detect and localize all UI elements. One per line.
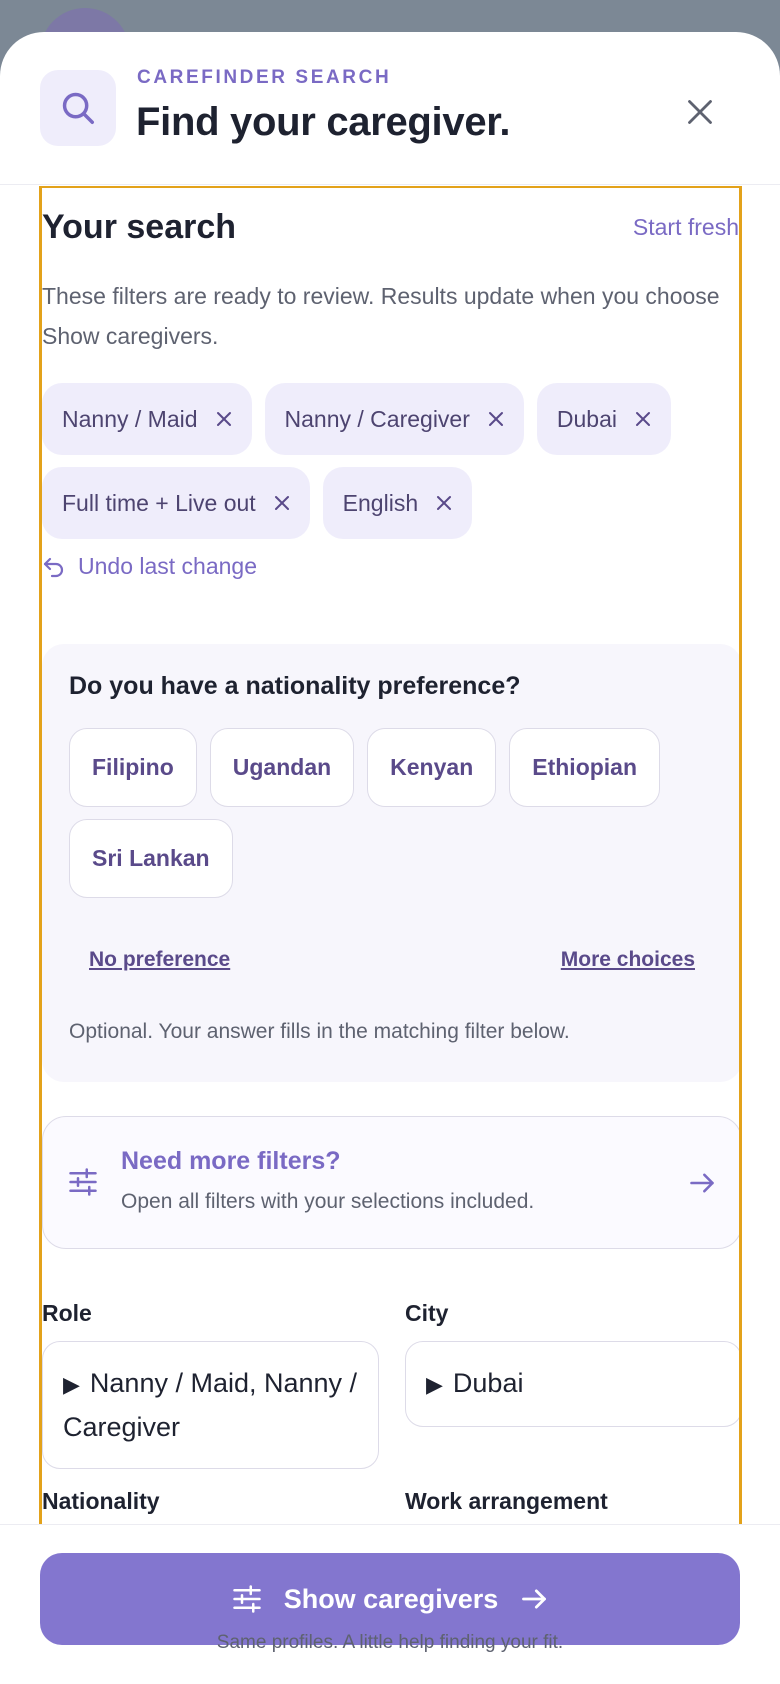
arrow-right-icon: [522, 1589, 547, 1609]
start-fresh-link[interactable]: Start fresh: [633, 214, 739, 241]
city-label: City: [405, 1300, 449, 1326]
more-choices-link[interactable]: More choices: [561, 948, 695, 972]
chip-remove-icon[interactable]: [216, 411, 232, 427]
search-description: These filters are ready to review. Resul…: [42, 283, 720, 349]
nationality-options: Filipino Ugandan Kenyan Ethiopian Sri La…: [69, 728, 709, 898]
arrow-right-icon: [690, 1173, 714, 1193]
work-arrangement-label: Work arrangement: [405, 1488, 608, 1514]
filter-chip[interactable]: Full time + Live out: [42, 467, 310, 539]
role-value: Nanny / Maid, Nanny / Caregiver: [63, 1368, 358, 1442]
search-icon: [62, 92, 94, 124]
nationality-option[interactable]: Ethiopian: [509, 728, 661, 807]
undo-link[interactable]: Undo last change: [42, 553, 257, 580]
filter-chips: Nanny / Maid Nanny / Caregiver Dubai Ful…: [42, 383, 739, 539]
filter-chip[interactable]: Nanny / Maid: [42, 383, 252, 455]
chip-label: Nanny / Caregiver: [284, 405, 470, 432]
sheet-header: CAREFINDER SEARCH Find your caregiver.: [0, 32, 780, 185]
nationality-question: Do you have a nationality preference?: [69, 672, 521, 700]
filter-chip[interactable]: English: [322, 467, 473, 539]
bottom-action-bar: Show caregivers: [0, 1524, 780, 1684]
nationality-label: Nationality: [42, 1488, 160, 1514]
city-value: Dubai: [452, 1368, 524, 1398]
cta-label: Show caregivers: [283, 1583, 499, 1614]
nationality-option[interactable]: Filipino: [69, 728, 197, 807]
role-select[interactable]: ▶ Nanny / Maid, Nanny / Caregiver: [42, 1341, 379, 1469]
filter-chip[interactable]: Nanny / Caregiver: [264, 383, 524, 455]
chip-remove-icon[interactable]: [436, 495, 452, 511]
chip-label: English: [342, 489, 419, 516]
nationality-option[interactable]: Sri Lankan: [69, 819, 233, 898]
no-preference-link[interactable]: No preference: [89, 948, 230, 972]
more-filters-title: Need more filters?: [121, 1147, 341, 1175]
chip-remove-icon[interactable]: [635, 411, 651, 427]
filter-chip[interactable]: Dubai: [536, 383, 671, 455]
page-title: Find your caregiver.: [136, 100, 511, 144]
disclosure-triangle-icon: ▶: [63, 1372, 80, 1397]
city-select[interactable]: ▶ Dubai: [405, 1341, 739, 1427]
chip-label: Nanny / Maid: [62, 405, 198, 432]
nationality-card: Do you have a nationality preference? Fi…: [42, 644, 739, 1082]
nationality-option[interactable]: Ugandan: [209, 728, 355, 807]
close-button[interactable]: [675, 87, 725, 137]
more-filters-subtitle: Open all filters with your selections in…: [121, 1190, 535, 1213]
nationality-option[interactable]: Kenyan: [367, 728, 497, 807]
chip-label: Dubai: [556, 405, 617, 432]
chip-remove-icon[interactable]: [488, 411, 504, 427]
chip-remove-icon[interactable]: [274, 495, 290, 511]
sliders-icon: [232, 1585, 261, 1613]
chip-label: Full time + Live out: [62, 489, 256, 516]
more-filters-card[interactable]: Need more filters? Open all filters with…: [42, 1116, 739, 1249]
footer-note: Same profiles. A little help finding you…: [216, 1632, 564, 1653]
carefinder-sheet: CAREFINDER SEARCH Find your caregiver. Y…: [0, 32, 780, 1684]
section-title: Your search: [42, 208, 237, 246]
header-eyebrow: CAREFINDER SEARCH: [137, 67, 392, 88]
sliders-icon: [69, 1168, 97, 1196]
nationality-note: Optional. Your answer fills in the match…: [69, 1020, 570, 1043]
close-icon: [688, 100, 712, 124]
role-label: Role: [42, 1300, 92, 1326]
search-badge: [40, 70, 116, 146]
undo-icon: [43, 557, 64, 577]
search-content[interactable]: Your search Start fresh These filters ar…: [39, 186, 742, 1524]
undo-label: Undo last change: [78, 553, 258, 579]
disclosure-triangle-icon: ▶: [426, 1372, 443, 1397]
